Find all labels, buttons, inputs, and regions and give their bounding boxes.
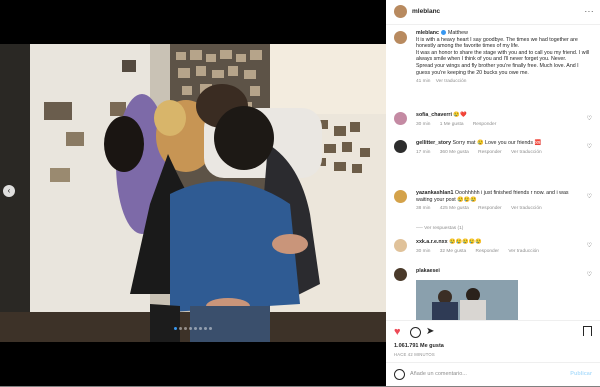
post-side-panel: mleblanc ··· mleblanc Matthew It is with…: [386, 0, 600, 386]
see-translation-link[interactable]: Ver traducción: [511, 150, 542, 155]
post-modal: ‹ mleblanc ··· mleblanc Matthew It is wi…: [0, 0, 600, 386]
share-icon[interactable]: ➤: [426, 326, 434, 337]
caption-age: 41 min: [416, 79, 431, 85]
post-caption: mleblanc Matthew It is with a heavy hear…: [416, 30, 592, 86]
comment-age: 30 min: [416, 248, 431, 254]
add-comment-input[interactable]: Añade un comentario...: [410, 371, 467, 377]
carousel-dot: [189, 327, 192, 330]
carousel-dots: [0, 327, 386, 330]
add-comment-bar: Añade un comentario... Publicar: [386, 362, 600, 387]
caption-line: It is with a heavy heart I say goodbye. …: [416, 36, 578, 50]
like-count[interactable]: 1.061.791 Me gusta: [394, 343, 444, 349]
publish-button[interactable]: Publicar: [570, 371, 592, 377]
caption-line: It was an honor to share the stage with …: [416, 49, 590, 63]
like-comment-icon[interactable]: ♡: [587, 242, 592, 249]
see-translation-link[interactable]: Ver traducción: [436, 79, 467, 84]
like-comment-icon[interactable]: ♡: [587, 115, 592, 122]
comment-item: gellitter_story Sorry mat 😢 Love you our…: [392, 140, 594, 168]
comment-text: 😢❤️: [453, 112, 467, 118]
comment-username[interactable]: yazankashlan1: [416, 190, 453, 196]
caption-mention[interactable]: Matthew: [448, 30, 468, 36]
like-comment-icon[interactable]: ♡: [587, 271, 592, 278]
comment-likes[interactable]: 360 Me gusta: [440, 150, 469, 155]
comment-username[interactable]: xxk.a.r.e.nxx: [416, 239, 448, 245]
carousel-dot: [184, 327, 187, 330]
carousel-dot: [194, 327, 197, 330]
comment-likes[interactable]: 32 Me gusta: [440, 249, 466, 254]
previous-image-button[interactable]: ‹: [3, 185, 15, 197]
comment-icon[interactable]: [410, 327, 421, 338]
view-replies-link[interactable]: ── Ver respuestas (1): [416, 226, 463, 231]
comment-likes[interactable]: 425 Me gusta: [440, 206, 469, 211]
carousel-dot: [174, 327, 177, 330]
reply-link[interactable]: Responder: [473, 122, 496, 127]
carousel-dot: [179, 327, 182, 330]
carousel-dot: [209, 327, 212, 330]
caption-line: Spread your wings and fly brother you're…: [416, 62, 579, 76]
emoji-icon[interactable]: [394, 369, 405, 380]
comment-item: sofia_chaverri 😢❤️ 30 min 1 Me gusta Res…: [392, 112, 594, 136]
post-username[interactable]: mleblanc: [412, 8, 440, 15]
liked-heart-icon[interactable]: ♥: [394, 327, 401, 338]
comment-age: 17 min: [416, 149, 431, 155]
verified-badge-icon: [441, 30, 447, 36]
see-translation-link[interactable]: Ver traducción: [511, 206, 542, 211]
carousel-dot: [204, 327, 207, 330]
avatar[interactable]: [394, 5, 407, 18]
comment-item: xxk.a.r.e.nxx 😢😢😢😢😢 30 min 32 Me gusta R…: [392, 239, 594, 263]
avatar[interactable]: [394, 31, 407, 44]
comment-username[interactable]: sofia_chaverri: [416, 112, 452, 118]
comment-age: 30 min: [416, 121, 431, 127]
post-photo-image: [0, 44, 386, 342]
more-options-icon[interactable]: ···: [585, 7, 595, 16]
comment-likes[interactable]: 1 Me gusta: [440, 122, 464, 127]
save-bookmark-icon[interactable]: [583, 326, 592, 336]
like-comment-icon[interactable]: ♡: [587, 193, 592, 200]
like-comment-icon[interactable]: ♡: [587, 143, 592, 150]
comment-age: 38 min: [416, 206, 431, 212]
post-photo: ‹: [0, 0, 386, 386]
reply-link[interactable]: Responder: [478, 150, 501, 155]
avatar[interactable]: [394, 239, 407, 252]
avatar[interactable]: [394, 190, 407, 203]
comment-username[interactable]: gellitter_story: [416, 140, 451, 146]
carousel-dot: [199, 327, 202, 330]
post-time: HACE 42 MINUTOS: [394, 352, 435, 357]
avatar[interactable]: [394, 112, 407, 125]
avatar[interactable]: [394, 140, 407, 153]
see-translation-link[interactable]: Ver traducción: [508, 249, 539, 254]
comment-text: 😢😢😢😢😢: [449, 239, 482, 245]
reply-link[interactable]: Responder: [478, 206, 501, 211]
comment-username[interactable]: plakaesei: [416, 268, 440, 274]
comment-item: plakaesei ♡: [392, 268, 594, 320]
comment-item: yazankashlan1 Ooohhhhh i just finished f…: [392, 190, 594, 220]
reply-link[interactable]: Responder: [476, 249, 499, 254]
post-header: mleblanc ···: [386, 0, 600, 25]
comment-text: Sorry mat 😢 Love you our friends 🆘: [452, 140, 542, 146]
comment-image[interactable]: [416, 280, 518, 320]
caption-author[interactable]: mleblanc: [416, 30, 439, 36]
avatar[interactable]: [394, 268, 407, 281]
